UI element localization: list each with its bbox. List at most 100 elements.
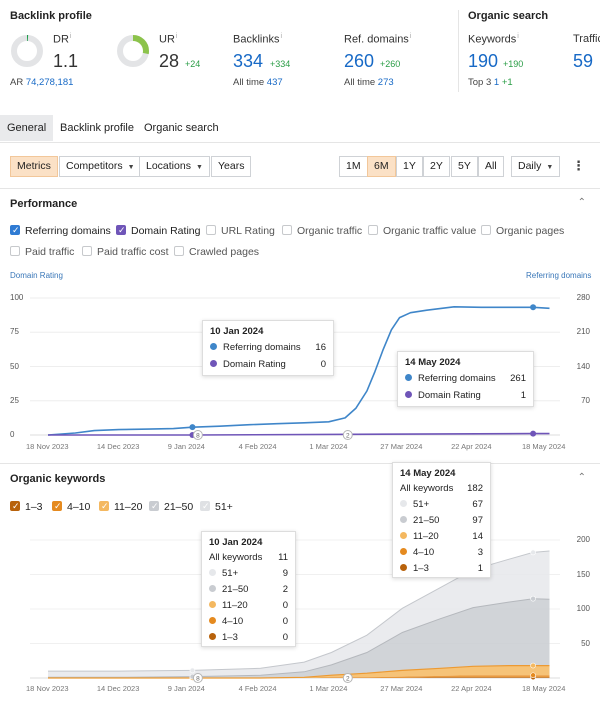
series-dot-icon — [209, 569, 216, 576]
tooltip-row: Domain Rating — [210, 359, 286, 370]
series-dot-icon — [400, 548, 407, 555]
chevron-down-icon: ▼ — [546, 164, 554, 171]
tab-general[interactable]: General — [0, 115, 54, 141]
tooltip-total-value: 11 — [278, 552, 288, 563]
tooltip-value: 14 — [472, 531, 483, 542]
toggle-pos-51-plus[interactable]: 51+ — [200, 500, 233, 515]
x-tick-label: 27 Mar 2024 — [380, 684, 423, 693]
tooltip-value: 1 — [520, 390, 526, 401]
y-tick-right: 140 — [576, 361, 590, 371]
x-tick-label: 18 Nov 2023 — [26, 442, 69, 451]
ar-value[interactable]: 74,278,181 — [26, 77, 74, 88]
performance-header: Performance ⌃ — [0, 188, 600, 218]
dr-label[interactable]: DRi — [53, 33, 71, 46]
range-6m-button[interactable]: 6M — [367, 156, 396, 177]
ref-domains-all-time: All time 273 — [344, 77, 394, 88]
range-all-button[interactable]: All — [478, 156, 504, 177]
point-marker — [530, 549, 536, 556]
tooltip-value: 97 — [472, 515, 483, 526]
checkbox-icon — [52, 500, 62, 512]
tooltip-row: 21–50 — [209, 584, 248, 595]
tooltip-row: 21–50 — [400, 515, 439, 526]
point-marker — [530, 430, 537, 437]
section-divider — [458, 10, 459, 92]
toggle-pos-11-20[interactable]: 11–20 — [99, 500, 142, 515]
collapse-icon[interactable]: ⌃ — [578, 472, 586, 483]
tab-organic-search[interactable]: Organic search — [137, 115, 226, 141]
traffic-label[interactable]: Traffic — [573, 33, 600, 45]
chevron-down-icon: ▼ — [195, 164, 203, 171]
backlinks-value[interactable]: 334 — [233, 51, 263, 72]
toggle-organic-pages[interactable]: Organic pages — [481, 225, 564, 239]
tooltip-keywords-jan: 10 Jan 2024 All keywords 11 51+ 9 21–50 2 11… — [201, 531, 296, 647]
top3-readout: Top 3 1 +1 — [468, 77, 513, 88]
toggle-pos-1-3[interactable]: 1–3 — [10, 500, 43, 515]
range-1y-button[interactable]: 1Y — [396, 156, 423, 177]
checkbox-icon — [206, 225, 216, 235]
toggle-paid-traffic-cost[interactable]: Paid traffic cost — [82, 246, 169, 260]
metrics-button[interactable]: Metrics — [10, 156, 58, 177]
keywords-delta: +190 — [503, 59, 524, 69]
toggle-organic-traffic[interactable]: Organic traffic — [282, 225, 362, 239]
tooltip-value: 16 — [315, 342, 326, 353]
checkbox-icon — [368, 225, 378, 235]
y-tick-right: 100 — [576, 604, 590, 613]
traffic-value[interactable]: 59 — [573, 51, 593, 72]
y-tick-right: 50 — [581, 638, 590, 648]
tooltip-row: 4–10 — [400, 547, 434, 558]
y-tick-left: 25 — [10, 395, 19, 405]
tooltip-value: 0 — [282, 600, 288, 611]
range-2y-button[interactable]: 2Y — [423, 156, 450, 177]
ur-value: 28 — [159, 51, 180, 71]
ur-label[interactable]: URi — [159, 33, 177, 46]
range-1m-button[interactable]: 1M — [339, 156, 368, 177]
toggle-domain-rating[interactable]: Domain Rating — [116, 224, 200, 239]
checkbox-icon — [10, 246, 20, 256]
backlinks-label[interactable]: Backlinksi — [233, 33, 282, 46]
x-tick-label: 4 Feb 2024 — [238, 684, 277, 693]
organic-search-title: Organic search — [468, 10, 549, 22]
toggle-pos-21-50[interactable]: 21–50 — [149, 500, 193, 515]
checkbox-icon — [174, 246, 184, 256]
years-button[interactable]: Years — [211, 156, 252, 177]
locations-dropdown[interactable]: Locations ▼ — [139, 156, 210, 177]
ar-readout: AR 74,278,181 — [10, 77, 74, 88]
organic-keywords-chart[interactable]: 82 — [0, 520, 600, 686]
y-tick-right: 150 — [576, 569, 590, 579]
range-5y-button[interactable]: 5Y — [451, 156, 478, 177]
toggle-pos-4-10[interactable]: 4–10 — [52, 500, 90, 515]
ref-domains-value[interactable]: 260 — [344, 51, 374, 72]
x-tick-label: 27 Mar 2024 — [380, 442, 423, 451]
tooltip-value: 261 — [510, 373, 526, 384]
y-tick-right: 70 — [581, 395, 590, 405]
tooltip-total-label: All keywords — [209, 552, 263, 563]
keywords-label[interactable]: Keywordsi — [468, 33, 519, 46]
report-tabs: General Backlink profile Organic search — [0, 115, 600, 143]
y-tick-left: 100 — [10, 293, 24, 302]
competitors-dropdown[interactable]: Competitors ▼ — [59, 156, 142, 177]
ref-domains-label[interactable]: Ref. domainsi — [344, 33, 411, 46]
ref-domains-delta: +260 — [380, 59, 401, 69]
keywords-value[interactable]: 190 — [468, 51, 498, 72]
tooltip-keywords-may: 14 May 2024 All keywords 182 51+ 67 21–50 9… — [392, 462, 491, 578]
toggle-url-rating[interactable]: URL Rating — [206, 225, 275, 239]
ur-delta: +24 — [185, 59, 201, 69]
chevron-down-icon: ▼ — [127, 164, 135, 171]
toggle-paid-traffic[interactable]: Paid traffic — [10, 246, 74, 260]
more-options-icon[interactable]: ⋮ — [572, 156, 585, 177]
toggle-referring-domains[interactable]: Referring domains — [10, 224, 111, 239]
annotation-marker-label: 8 — [196, 433, 200, 440]
tooltip-row: 1–3 — [400, 563, 429, 574]
interval-dropdown[interactable]: Daily ▼ — [511, 156, 561, 177]
collapse-icon[interactable]: ⌃ — [578, 197, 586, 208]
toggle-organic-traffic-value[interactable]: Organic traffic value — [368, 225, 476, 239]
annotation-marker-label: 2 — [346, 676, 350, 683]
tab-backlink-profile[interactable]: Backlink profile — [53, 115, 141, 141]
checkbox-icon — [282, 225, 292, 235]
point-marker — [189, 424, 196, 431]
toggle-crawled-pages[interactable]: Crawled pages — [174, 246, 259, 260]
y-tick-left: 0 — [10, 430, 15, 439]
series-dot-icon — [405, 391, 412, 398]
tooltip-value: 0 — [282, 632, 288, 643]
series-dot-icon — [210, 343, 217, 350]
